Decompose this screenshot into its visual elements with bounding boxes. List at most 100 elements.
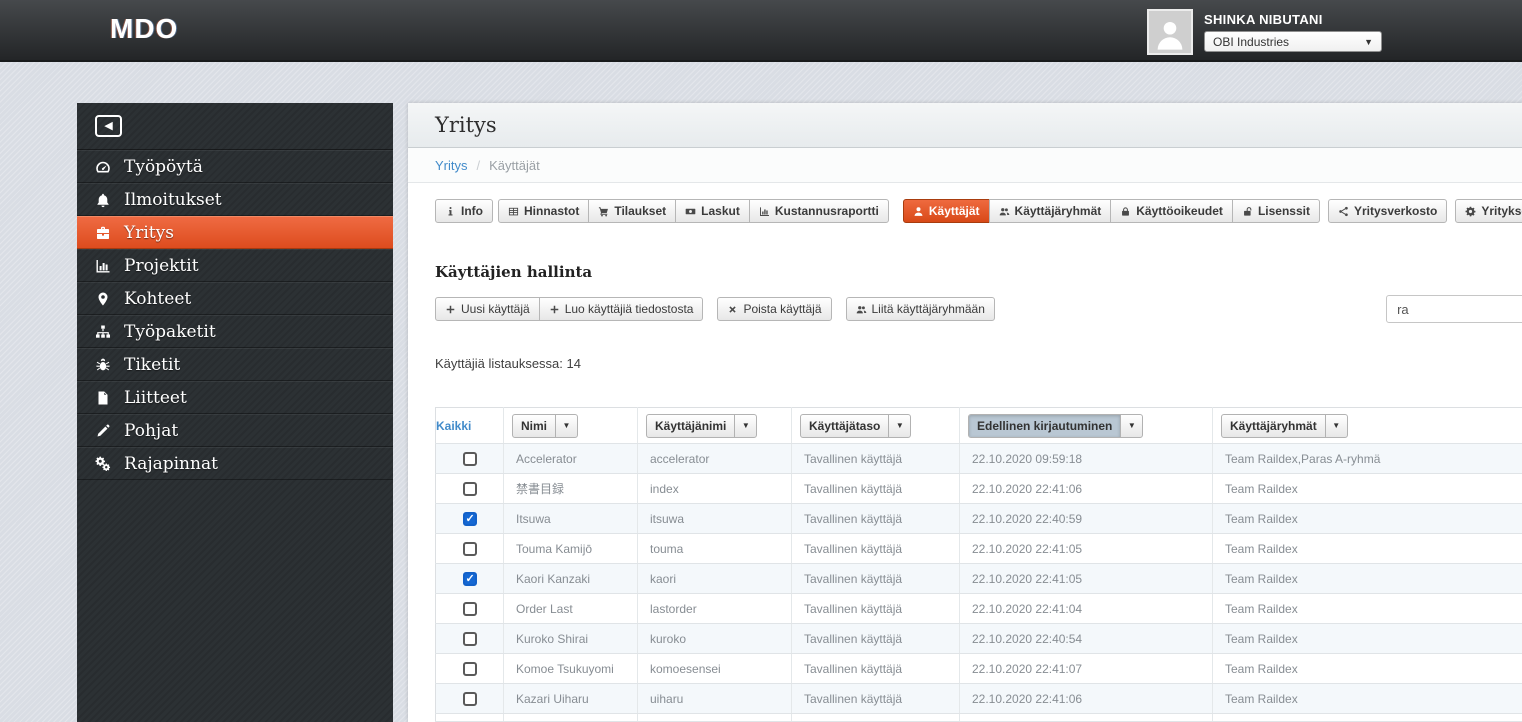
cell-groups: Team Raildex,Paras A-ryhmä <box>1212 443 1522 474</box>
sidebar-item-pohjat[interactable]: Pohjat <box>77 414 393 447</box>
sort-button-nimi[interactable]: Nimi ▼ <box>512 413 579 438</box>
chevron-down-icon: ▼ <box>895 420 904 430</box>
cell-name: Order Last <box>503 593 638 624</box>
cell-groups: Team Raildex <box>1212 653 1522 684</box>
sidebar-item-tyopoyta[interactable]: Työpöytä <box>77 150 393 183</box>
bell-icon <box>95 192 111 208</box>
tab-hinnastot[interactable]: Hinnastot <box>498 199 590 223</box>
money-icon <box>685 206 696 217</box>
row-checkbox[interactable] <box>462 541 477 556</box>
cell-level: Tavallinen käyttäjä <box>791 533 960 564</box>
file-icon <box>95 390 111 406</box>
briefcase-icon <box>95 225 111 241</box>
tab-kayttajaryhmat[interactable]: Käyttäjäryhmät <box>988 199 1112 223</box>
table-row: Kuroko Shirai kuroko Tavallinen käyttäjä… <box>435 623 1522 654</box>
cell-last-login: 22.10.2020 22:40:54 <box>959 623 1213 654</box>
sidebar-item-liitteet[interactable]: Liitteet <box>77 381 393 414</box>
table-row-partial <box>435 713 1522 722</box>
cell-level: Tavallinen käyttäjä <box>791 473 960 504</box>
sitemap-icon <box>95 324 111 340</box>
cell-name: Touma Kamijō <box>503 533 638 564</box>
cell-username: lastorder <box>637 593 792 624</box>
row-checkbox[interactable] <box>462 601 477 616</box>
cell-groups: Team Raildex <box>1212 593 1522 624</box>
cell-name: 禁書目録 <box>503 473 638 504</box>
table-row: Kazari Uiharu uiharu Tavallinen käyttäjä… <box>435 683 1522 714</box>
sidebar-item-tiketit[interactable]: Tiketit <box>77 348 393 381</box>
users-icon <box>856 304 867 315</box>
plus-icon <box>549 304 560 315</box>
sidebar-item-projektit[interactable]: Projektit <box>77 249 393 282</box>
user-search-input[interactable] <box>1386 295 1522 323</box>
sort-button-kayttajaryhmat[interactable]: Käyttäjäryhmät ▼ <box>1221 413 1348 438</box>
table-row: Accelerator accelerator Tavallinen käytt… <box>435 443 1522 474</box>
tab-yritysverkosto[interactable]: Yritysverkosto <box>1327 199 1448 223</box>
cell-groups: Team Raildex <box>1212 563 1522 594</box>
sort-button-edellinen-kirjautuminen[interactable]: Edellinen kirjautuminen ▼ <box>968 413 1144 438</box>
tab-laskut[interactable]: Laskut <box>675 199 750 223</box>
company-select[interactable]: OBI Industries ▼ <box>1204 31 1382 52</box>
cell-level: Tavallinen käyttäjä <box>791 623 960 654</box>
tab-yrityksen-asetukset[interactable]: Yrityksen asetukset <box>1455 199 1522 223</box>
create-users-from-file-button[interactable]: Luo käyttäjiä tiedostosta <box>538 297 704 321</box>
row-checkbox[interactable] <box>462 631 477 646</box>
cell-level: Tavallinen käyttäjä <box>791 443 960 474</box>
cell-username: accelerator <box>637 443 792 474</box>
row-checkbox[interactable] <box>462 571 477 586</box>
cell-name: Kuroko Shirai <box>503 623 638 654</box>
bug-icon <box>95 357 111 373</box>
row-checkbox[interactable] <box>462 661 477 676</box>
sidebar-item-tyopaketit[interactable]: Työpaketit <box>77 315 393 348</box>
tab-tilaukset[interactable]: Tilaukset <box>588 199 677 223</box>
cell-groups: Team Raildex <box>1212 503 1522 534</box>
tab-kayttooikeudet[interactable]: Käyttöoikeudet <box>1110 199 1233 223</box>
cell-name: Itsuwa <box>503 503 638 534</box>
sidebar-item-rajapinnat[interactable]: Rajapinnat <box>77 447 393 480</box>
tab-kayttajat[interactable]: Käyttäjät <box>902 199 990 223</box>
user-count-line: Käyttäjiä listauksessa: 14 <box>435 356 581 371</box>
cell-last-login: 22.10.2020 22:41:05 <box>959 533 1213 564</box>
bar-chart-icon <box>759 206 770 217</box>
avatar <box>1147 9 1193 55</box>
new-user-button[interactable]: Uusi käyttäjä <box>435 297 540 321</box>
chevron-down-icon: ▼ <box>562 420 571 430</box>
tab-lisenssit[interactable]: Lisenssit <box>1231 199 1320 223</box>
cell-level: Tavallinen käyttäjä <box>791 653 960 684</box>
users-table: Kaikki Nimi ▼ Käyttäjänimi ▼ Käyttäjätas… <box>435 407 1522 722</box>
sort-button-kayttajanimi[interactable]: Käyttäjänimi ▼ <box>646 413 758 438</box>
info-icon <box>445 206 456 217</box>
dashboard-icon <box>95 159 111 175</box>
row-checkbox[interactable] <box>462 451 477 466</box>
table-row: Order Last lastorder Tavallinen käyttäjä… <box>435 593 1522 624</box>
tab-info[interactable]: Info <box>435 199 493 223</box>
sort-button-kayttajataso[interactable]: Käyttäjätaso ▼ <box>800 413 912 438</box>
table-row: 禁書目録 index Tavallinen käyttäjä 22.10.202… <box>435 473 1522 504</box>
map-marker-icon <box>95 291 111 307</box>
delete-user-button[interactable]: Poista käyttäjä <box>717 297 832 321</box>
plus-icon <box>445 304 456 315</box>
pencil-icon <box>95 423 111 439</box>
cell-username: index <box>637 473 792 504</box>
sidebar-collapse-button[interactable]: ◀ <box>95 115 122 137</box>
sidebar-item-kohteet[interactable]: Kohteet <box>77 282 393 315</box>
chevron-down-icon: ▼ <box>1127 420 1136 430</box>
cell-username: komoesensei <box>637 653 792 684</box>
select-all-link[interactable]: Kaikki <box>436 419 471 433</box>
cell-last-login: 22.10.2020 22:41:06 <box>959 473 1213 504</box>
attach-to-user-group-button[interactable]: Liitä käyttäjäryhmään <box>845 297 995 321</box>
row-checkbox[interactable] <box>462 511 477 526</box>
sidebar-item-ilmoitukset[interactable]: Ilmoitukset <box>77 183 393 216</box>
tab-kustannusraportti[interactable]: Kustannusraportti <box>748 199 889 223</box>
sidebar-item-yritys[interactable]: Yritys <box>77 216 393 249</box>
breadcrumb-link-yritys[interactable]: Yritys <box>435 158 468 173</box>
row-checkbox[interactable] <box>462 481 477 496</box>
cell-last-login: 22.10.2020 22:41:05 <box>959 563 1213 594</box>
users-icon <box>999 206 1010 217</box>
person-icon <box>1152 17 1188 53</box>
page-header: Yritys <box>408 103 1522 148</box>
cell-name: Accelerator <box>503 443 638 474</box>
row-checkbox[interactable] <box>462 691 477 706</box>
gear-icon <box>1465 206 1476 217</box>
cell-groups: Team Raildex <box>1212 473 1522 504</box>
cell-level: Tavallinen käyttäjä <box>791 593 960 624</box>
